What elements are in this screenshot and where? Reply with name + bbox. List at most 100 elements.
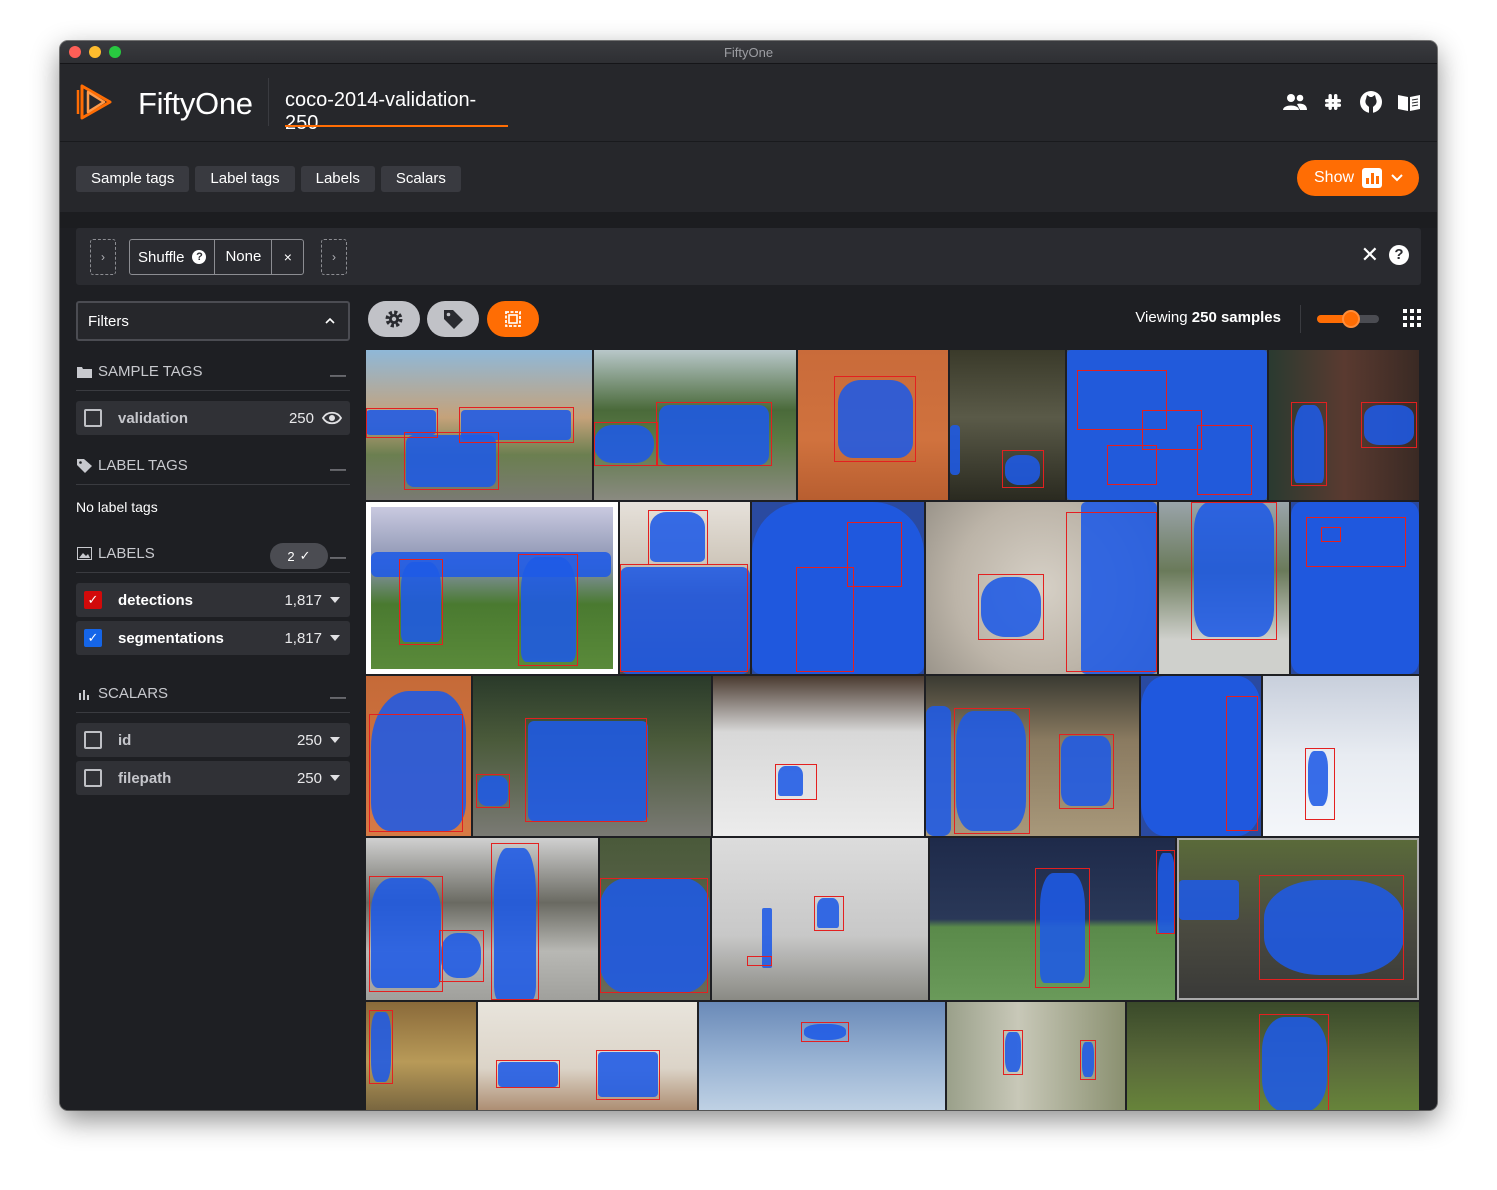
collapse-icon[interactable]: —: [330, 461, 346, 479]
fiftyone-logo-icon[interactable]: [76, 80, 120, 124]
sample-thumbnail[interactable]: [926, 502, 1157, 674]
eye-icon[interactable]: [322, 411, 342, 425]
sample-tag-label: validation: [118, 409, 189, 427]
sample-thumbnail[interactable]: [366, 502, 618, 674]
sample-thumbnail[interactable]: [594, 350, 796, 500]
filters-sidebar: Filters SAMPLE TAGS — validation 250 LAB…: [76, 301, 350, 1110]
collapse-icon[interactable]: —: [330, 549, 346, 567]
sample-thumbnail[interactable]: [1269, 350, 1419, 500]
app-name[interactable]: FiftyOne: [138, 86, 253, 122]
help-icon[interactable]: ?: [192, 250, 207, 264]
tab-label-tags[interactable]: Label tags: [195, 166, 295, 192]
settings-button[interactable]: [368, 301, 420, 337]
collapse-icon[interactable]: —: [330, 689, 346, 707]
scalar-row-id[interactable]: id 250: [76, 723, 350, 757]
sample-thumbnail[interactable]: [473, 676, 711, 836]
sample-thumbnail[interactable]: [712, 838, 928, 1000]
labels-badge-count: 2: [287, 548, 295, 564]
stage-name[interactable]: Shuffle ?: [130, 249, 214, 266]
labels-title: LABELS: [98, 545, 155, 562]
grid-layout-icon[interactable]: [1403, 309, 1421, 327]
label-row-detections[interactable]: ✓ detections 1,817: [76, 583, 350, 617]
filepath-label: filepath: [118, 769, 172, 787]
filters-dropdown[interactable]: Filters: [76, 301, 350, 341]
view-bar: › Shuffle ? None × › ✕ ?: [76, 228, 1421, 285]
labels-header[interactable]: LABELS 2 ✓ —: [76, 541, 350, 573]
slack-icon[interactable]: [1321, 90, 1345, 114]
sample-thumbnail[interactable]: [1263, 676, 1419, 836]
show-plots-button[interactable]: Show: [1297, 160, 1419, 196]
tab-sample-tags[interactable]: Sample tags: [76, 166, 190, 192]
docs-book-icon[interactable]: [1397, 90, 1421, 114]
sample-thumbnail[interactable]: [366, 1002, 476, 1110]
id-checkbox[interactable]: [84, 731, 102, 749]
patches-button[interactable]: [487, 301, 539, 337]
github-icon[interactable]: [1359, 90, 1383, 114]
segmentations-checkbox[interactable]: ✓: [84, 629, 102, 647]
expand-caret-icon[interactable]: [330, 737, 340, 743]
label-row-segmentations[interactable]: ✓ segmentations 1,817: [76, 621, 350, 655]
sample-tags-header[interactable]: SAMPLE TAGS —: [76, 359, 350, 391]
show-button-label: Show: [1314, 169, 1355, 186]
sample-thumbnail[interactable]: [366, 676, 471, 836]
view-stage-shuffle[interactable]: Shuffle ? None ×: [129, 239, 305, 275]
sample-thumbnail[interactable]: [366, 350, 592, 500]
sample-thumbnail[interactable]: [1291, 502, 1419, 674]
label-tags-header[interactable]: LABEL TAGS —: [76, 453, 350, 485]
scalars-header[interactable]: SCALARS —: [76, 681, 350, 713]
collapse-icon[interactable]: —: [330, 367, 346, 385]
sample-tag-row[interactable]: validation 250: [76, 401, 350, 435]
section-gap: [60, 212, 1437, 228]
sample-thumbnail[interactable]: [1141, 676, 1261, 836]
app-header: FiftyOne coco-2014-validation-250: [60, 64, 1437, 142]
filters-label: Filters: [88, 312, 129, 330]
dataset-selector[interactable]: coco-2014-validation-250: [285, 89, 508, 134]
tag-icon: [444, 310, 463, 329]
sample-thumbnail[interactable]: [478, 1002, 697, 1110]
expand-caret-icon[interactable]: [330, 635, 340, 641]
sample-thumbnail[interactable]: [950, 350, 1065, 500]
sample-tag-checkbox[interactable]: [84, 409, 102, 427]
sample-thumbnail[interactable]: [798, 350, 948, 500]
sample-thumbnail[interactable]: [366, 838, 598, 1000]
tag-button[interactable]: [427, 301, 479, 337]
sample-thumbnail[interactable]: [713, 676, 924, 836]
detections-checkbox[interactable]: ✓: [84, 591, 102, 609]
labels-count-badge[interactable]: 2 ✓: [270, 543, 328, 569]
sample-thumbnail[interactable]: [947, 1002, 1125, 1110]
view-help-icon[interactable]: ?: [1389, 245, 1409, 265]
patches-icon: [505, 311, 521, 327]
zoom-slider-handle[interactable]: [1342, 310, 1361, 328]
window-title: FiftyOne: [723, 45, 774, 60]
filepath-checkbox[interactable]: [84, 769, 102, 787]
stage-param-seed[interactable]: None: [214, 240, 271, 274]
tab-labels[interactable]: Labels: [300, 166, 375, 192]
sample-thumbnail[interactable]: [600, 838, 710, 1000]
header-divider: [268, 78, 269, 126]
scalar-row-filepath[interactable]: filepath 250: [76, 761, 350, 795]
expand-caret-icon[interactable]: [330, 597, 340, 603]
clear-view-icon[interactable]: ✕: [1361, 244, 1379, 266]
add-stage-left-button[interactable]: ›: [90, 239, 116, 275]
sample-thumbnail[interactable]: [1159, 502, 1289, 674]
add-stage-right-button[interactable]: ›: [321, 239, 347, 275]
sample-thumbnail[interactable]: [1127, 1002, 1419, 1110]
sample-thumbnail[interactable]: [699, 1002, 945, 1110]
grid-toolbar: Viewing 250 samples: [366, 301, 1421, 337]
sample-thumbnail[interactable]: [620, 502, 750, 674]
sample-thumbnail[interactable]: [926, 676, 1139, 836]
expand-caret-icon[interactable]: [330, 775, 340, 781]
sample-thumbnail[interactable]: [752, 502, 924, 674]
filepath-count: 250: [296, 769, 322, 787]
sample-thumbnail[interactable]: [1067, 350, 1267, 500]
main-content: Filters SAMPLE TAGS — validation 250 LAB…: [60, 285, 1437, 1110]
sample-thumbnail[interactable]: [930, 838, 1175, 1000]
sample-thumbnail[interactable]: [1177, 838, 1419, 1000]
remove-stage-button[interactable]: ×: [271, 240, 303, 274]
scalars-title: SCALARS: [98, 685, 169, 702]
sample-tag-count: 250: [288, 409, 314, 427]
tab-scalars[interactable]: Scalars: [380, 166, 461, 192]
people-icon[interactable]: [1283, 90, 1307, 114]
zoom-slider[interactable]: [1317, 310, 1379, 328]
segmentations-count: 1,817: [284, 629, 322, 647]
